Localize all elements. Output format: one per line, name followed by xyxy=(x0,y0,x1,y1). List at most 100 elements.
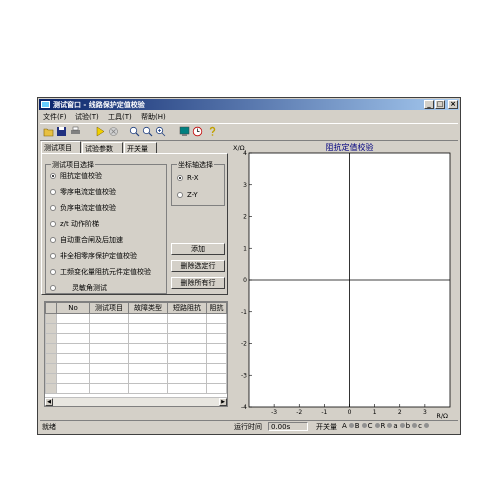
minimize-button[interactable]: _ xyxy=(424,100,434,109)
play-icon[interactable] xyxy=(95,126,106,137)
table-row[interactable] xyxy=(45,343,227,354)
tab-test-params[interactable]: 试验参数 xyxy=(82,142,123,153)
radio-label: 非全相零序保护定值校验 xyxy=(60,252,137,260)
horizontal-scrollbar[interactable]: ◀ ▶ xyxy=(45,397,227,406)
y-tick-label: 2 xyxy=(243,214,247,221)
add-button[interactable]: 添加 xyxy=(171,243,225,255)
radio-indicator xyxy=(50,189,56,195)
led-indicator-icon xyxy=(423,423,429,428)
plot-panel: 阻抗定值校验 X/Ω R/Ω -3 -2 -1 0 1 2 3 -4 -3 -2 -1 0 1 2 3 4 xyxy=(231,141,458,421)
led-label-a: a xyxy=(393,422,398,430)
x-tick-label: -2 xyxy=(296,409,302,416)
x-tick-label: -3 xyxy=(271,409,277,416)
switch-label: 开关量 xyxy=(316,423,337,431)
y-tick-label: 0 xyxy=(243,277,247,284)
scroll-left-arrow-icon[interactable]: ◀ xyxy=(45,398,53,406)
table-row[interactable] xyxy=(45,373,227,384)
radio-indicator xyxy=(50,205,56,211)
radio-sensitive-angle[interactable]: 灵敏角测试 xyxy=(50,283,107,293)
table-row[interactable] xyxy=(45,353,227,364)
table-row[interactable] xyxy=(45,333,227,344)
radio-indicator xyxy=(50,221,56,227)
radio-indicator xyxy=(50,285,56,291)
tab-test-items[interactable]: 测试项目 xyxy=(41,141,81,153)
radio-label: 自动重合闸及后加速 xyxy=(60,236,123,244)
menu-bar: 文件(F) 试验(T) 工具(T) 帮助(H) xyxy=(40,111,458,121)
delete-selected-button[interactable]: 删除选定行 xyxy=(171,260,225,272)
radio-label: 零序电流定值校验 xyxy=(60,188,116,196)
scroll-right-arrow-icon[interactable]: ▶ xyxy=(219,398,227,406)
y-tick-label: 3 xyxy=(243,182,247,189)
test-item-group-label: 测试项目选择 xyxy=(51,160,95,170)
col-header-no[interactable]: No xyxy=(56,302,90,314)
runtime-label: 运行时间 xyxy=(234,423,262,431)
y-tick-label: -4 xyxy=(241,404,247,411)
help-icon[interactable] xyxy=(207,126,218,137)
radio-label: R-X xyxy=(187,174,199,182)
y-tick-label: 4 xyxy=(243,150,247,157)
coord-axis-group: 坐标轴选择 R-X Z-Y xyxy=(171,160,225,206)
radio-non-full-phase[interactable]: 非全相零序保护定值校验 xyxy=(50,251,137,261)
radio-neg-seq-current[interactable]: 负序电流定值校验 xyxy=(50,203,116,213)
radio-label: 阻抗定值校验 xyxy=(60,172,102,180)
radio-power-freq-delta[interactable]: 工频变化量阻抗元件定值校验 xyxy=(50,267,151,277)
radio-label: 灵敏角测试 xyxy=(72,284,107,292)
led-label-R: R xyxy=(380,422,386,430)
switch-leds: ABCRabc xyxy=(342,422,430,430)
monitor-icon[interactable] xyxy=(179,126,190,137)
delete-all-button[interactable]: 删除所有行 xyxy=(171,277,225,289)
y-tick-label: -3 xyxy=(241,372,247,379)
led-indicator-icon xyxy=(387,423,393,428)
col-header-fault-type[interactable]: 故障类型 xyxy=(128,302,168,314)
radio-label: Z-Y xyxy=(187,191,198,199)
radio-indicator xyxy=(50,253,56,259)
col-header-short-impedance[interactable]: 短路阻抗 xyxy=(167,302,207,314)
clock-icon[interactable] xyxy=(192,126,203,137)
open-folder-icon[interactable] xyxy=(43,126,54,137)
radio-indicator xyxy=(50,269,56,275)
maximize-button[interactable]: □ xyxy=(435,100,445,109)
led-indicator-icon xyxy=(348,423,354,428)
save-icon[interactable] xyxy=(56,126,67,137)
table-row[interactable] xyxy=(45,313,227,324)
tab-body: 测试项目选择 阻抗定值校验 零序电流定值校验 负序电流定值校验 z/t 动作阶梯… xyxy=(41,153,228,295)
menu-file[interactable]: 文件(F) xyxy=(43,112,67,122)
radio-indicator xyxy=(177,175,183,181)
radio-zt-ladder[interactable]: z/t 动作阶梯 xyxy=(50,219,99,229)
x-tick-label: 1 xyxy=(373,409,377,416)
toolbar xyxy=(40,123,458,141)
test-item-table[interactable]: No 测试项目 故障类型 短路阻抗 阻抗 ◀ ▶ xyxy=(44,301,228,407)
impedance-plot[interactable]: 阻抗定值校验X/ΩR/Ω-3 -2 -1 0 1 2 3-4-3-2-101234 xyxy=(231,141,458,421)
status-bar: 就绪 运行时间 0.00s 开关量 ABCRabc xyxy=(40,420,458,432)
zoom-in-icon[interactable] xyxy=(129,126,140,137)
table-row[interactable] xyxy=(45,323,227,334)
table-row[interactable] xyxy=(45,363,227,374)
radio-label: z/t 动作阶梯 xyxy=(60,220,100,228)
stop-icon[interactable] xyxy=(108,126,119,137)
menu-tools[interactable]: 工具(T) xyxy=(108,112,132,122)
table-row[interactable] xyxy=(45,383,227,394)
print-icon[interactable] xyxy=(70,126,81,137)
close-button[interactable]: × xyxy=(448,100,458,109)
radio-impedance[interactable]: 阻抗定值校验 xyxy=(50,171,102,181)
x-tick-label: 2 xyxy=(398,409,402,416)
radio-axis-rx[interactable]: R-X xyxy=(177,174,199,182)
radio-axis-zy[interactable]: Z-Y xyxy=(177,191,198,199)
zoom-out-icon[interactable] xyxy=(142,126,153,137)
col-header-impedance[interactable]: 阻抗 xyxy=(206,302,227,314)
radio-zero-seq-current[interactable]: 零序电流定值校验 xyxy=(50,187,116,197)
radio-auto-reclose[interactable]: 自动重合闸及后加速 xyxy=(50,235,123,245)
led-label-c: c xyxy=(418,422,422,430)
radio-indicator xyxy=(177,192,183,198)
zoom-fit-icon[interactable] xyxy=(155,126,166,137)
app-icon xyxy=(41,101,50,108)
tab-switch[interactable]: 开关量 xyxy=(124,142,157,153)
led-indicator-icon xyxy=(399,423,405,428)
coord-axis-group-label: 坐标轴选择 xyxy=(177,160,214,170)
menu-test[interactable]: 试验(T) xyxy=(75,112,99,122)
test-item-group: 测试项目选择 阻抗定值校验 零序电流定值校验 负序电流定值校验 z/t 动作阶梯… xyxy=(45,160,167,294)
radio-label: 工频变化量阻抗元件定值校验 xyxy=(60,268,151,276)
col-header-test-item[interactable]: 测试项目 xyxy=(89,302,129,314)
menu-help[interactable]: 帮助(H) xyxy=(141,112,166,122)
led-label-B: B xyxy=(354,422,360,430)
